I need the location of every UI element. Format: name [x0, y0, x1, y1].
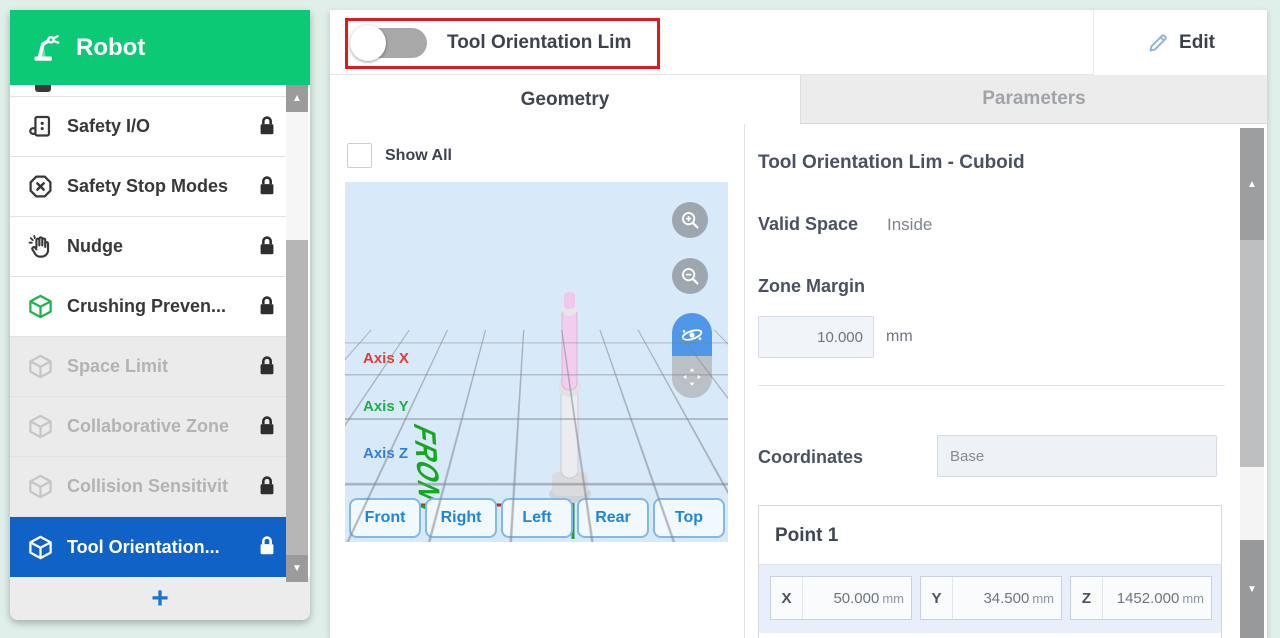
scrollbar-thumb[interactable] — [1240, 240, 1264, 467]
x-axis-label: X — [771, 577, 803, 619]
tab-parameters[interactable]: Parameters — [800, 75, 1267, 124]
point-x-field[interactable]: X 50.000 mm — [770, 576, 912, 620]
divider — [758, 385, 1225, 386]
sidebar-item-safety-io[interactable]: Safety I/O — [10, 97, 286, 157]
cube-icon — [25, 472, 55, 502]
point-coordinates-row: X 50.000 mm Y 34.500 mm Z 1452.000 mm — [759, 564, 1221, 633]
robot-arm-icon — [28, 31, 62, 65]
sidebar-header: Robot — [10, 10, 310, 85]
io-icon — [25, 112, 55, 142]
lock-icon — [256, 414, 280, 440]
pencil-icon — [1146, 31, 1170, 55]
point-z-field[interactable]: Z 1452.000 mm — [1070, 576, 1212, 620]
point-1-card: Point 1 X 50.000 mm Y 34.500 mm Z 1452.0 — [758, 505, 1222, 638]
app-root: Robot Safety I/O Safety Stop Modes — [0, 0, 1280, 638]
zone-margin-unit: mm — [886, 328, 913, 346]
axis-z-label: Axis Z — [363, 445, 408, 462]
details-scrollbar[interactable]: ▲ ▼ — [1240, 128, 1264, 638]
sidebar-item-nudge[interactable]: Nudge — [10, 217, 286, 277]
lock-icon — [256, 354, 280, 380]
point-y-field[interactable]: Y 34.500 mm — [920, 576, 1062, 620]
view-rear-button[interactable]: Rear — [577, 498, 649, 538]
view-buttons: Front Right Left Rear Top — [349, 498, 725, 538]
view-top-button[interactable]: Top — [653, 498, 725, 538]
zone-margin-label: Zone Margin — [758, 276, 865, 297]
cube-icon — [25, 292, 55, 322]
coordinates-label: Coordinates — [758, 447, 863, 468]
zoom-out-button[interactable] — [672, 258, 708, 294]
rotate-view-button[interactable] — [672, 313, 712, 356]
sidebar-partial-row — [10, 85, 286, 97]
sidebar-title: Robot — [76, 34, 145, 62]
view-left-button[interactable]: Left — [501, 498, 573, 538]
scroll-up-icon[interactable]: ▲ — [286, 85, 308, 112]
show-all-label: Show All — [385, 147, 452, 165]
lock-icon — [256, 114, 280, 140]
plus-icon: + — [151, 582, 169, 616]
edit-button[interactable]: Edit — [1094, 10, 1267, 75]
tool-orientation-toggle[interactable] — [353, 28, 427, 58]
scroll-down-icon[interactable]: ▼ — [1240, 540, 1264, 638]
coordinates-select[interactable] — [937, 435, 1217, 477]
sidebar-item-space-limit[interactable]: Space Limit — [10, 337, 286, 397]
sidebar: Robot Safety I/O Safety Stop Modes — [10, 10, 310, 620]
tab-geometry[interactable]: Geometry — [330, 75, 800, 124]
tab-content: Show All Axis X Axis Y Axis Z — [330, 124, 1267, 638]
cube-icon — [25, 532, 55, 562]
sidebar-scrollbar[interactable]: ▲ ▼ — [286, 85, 308, 582]
valid-space-value: Inside — [887, 215, 932, 235]
pan-view-button[interactable] — [672, 356, 712, 398]
stop-circle-icon — [25, 172, 55, 202]
sidebar-item-collaborative-zone[interactable]: Collaborative Zone — [10, 397, 286, 457]
column-divider — [744, 124, 745, 638]
edit-label: Edit — [1179, 32, 1215, 54]
sidebar-item-tool-orientation[interactable]: Tool Orientation... — [10, 517, 286, 577]
zone-margin-input[interactable] — [758, 316, 874, 358]
lock-icon — [256, 234, 280, 260]
sidebar-item-crushing-prevention[interactable]: Crushing Preven... — [10, 277, 286, 337]
toggle-label: Tool Orientation Lim — [447, 32, 631, 54]
toggle-knob[interactable] — [350, 25, 386, 61]
cube-icon — [25, 412, 55, 442]
y-axis-label: Y — [921, 577, 953, 619]
show-all-checkbox[interactable] — [347, 143, 372, 168]
scroll-up-icon[interactable]: ▲ — [1240, 128, 1264, 240]
partial-icon — [35, 85, 51, 92]
lock-icon — [256, 174, 280, 200]
topbar: Tool Orientation Lim Edit — [330, 10, 1267, 75]
axis-x-label: Axis X — [363, 350, 409, 367]
zoom-in-button[interactable] — [672, 202, 708, 238]
view-right-button[interactable]: Right — [425, 498, 497, 538]
main-panel: Tool Orientation Lim Edit Geometry Param… — [330, 10, 1267, 638]
scrollbar-thumb[interactable] — [286, 240, 308, 555]
lock-icon — [256, 534, 280, 560]
3d-viewer[interactable]: Axis X Axis Y Axis Z FRONT — [345, 182, 728, 542]
point-title: Point 1 — [775, 525, 838, 547]
lock-icon — [256, 474, 280, 500]
hand-icon — [25, 232, 55, 262]
cube-icon — [25, 352, 55, 382]
sidebar-item-collision-sensitivity[interactable]: Collision Sensitivit — [10, 457, 286, 517]
valid-space-label: Valid Space — [758, 214, 858, 235]
z-axis-label: Z — [1071, 577, 1103, 619]
scrollbar-track[interactable] — [1240, 467, 1264, 540]
zone-title: Tool Orientation Lim - Cuboid — [758, 152, 1025, 174]
view-front-button[interactable]: Front — [349, 498, 421, 538]
sidebar-item-safety-stop-modes[interactable]: Safety Stop Modes — [10, 157, 286, 217]
show-all-control[interactable]: Show All — [347, 143, 452, 168]
axis-y-label: Axis Y — [363, 398, 409, 415]
scroll-down-icon[interactable]: ▼ — [286, 555, 308, 582]
lock-icon — [256, 294, 280, 320]
view-control-pill — [672, 313, 712, 398]
add-zone-button[interactable]: + — [10, 577, 310, 620]
tab-bar: Geometry Parameters — [330, 75, 1267, 124]
